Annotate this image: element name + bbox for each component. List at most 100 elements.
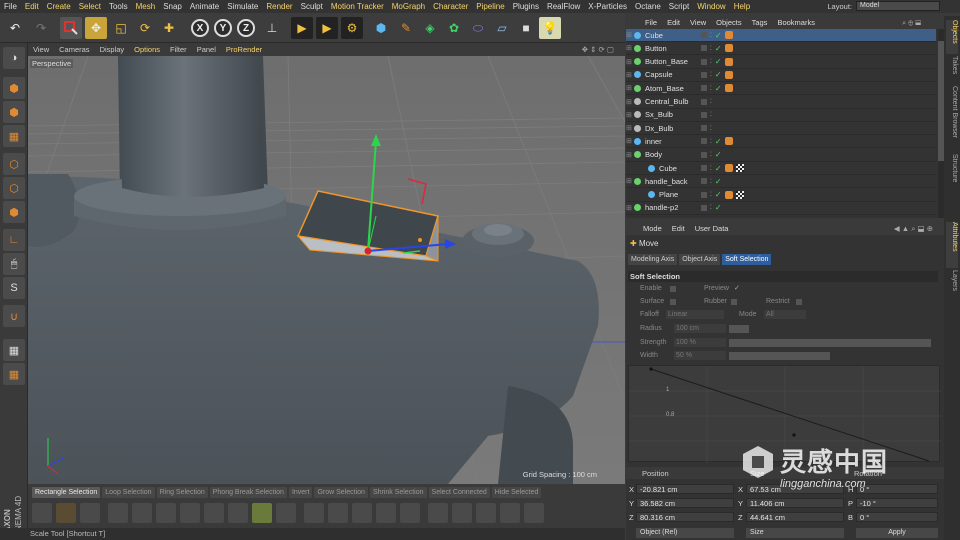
pen-spline-icon[interactable]: ✎	[395, 17, 417, 39]
object-row[interactable]: ⊞ Central_Bulb ⁚	[626, 96, 936, 109]
subdivision-icon[interactable]: ◈	[419, 17, 441, 39]
render-view-icon[interactable]: ▶	[291, 17, 313, 39]
visibility-dots-icon[interactable]: ⁚	[710, 85, 712, 92]
menu-help[interactable]: Help	[730, 2, 754, 11]
material-tag-icon[interactable]	[724, 44, 733, 53]
polygons-mode-icon[interactable]: ⬢	[3, 201, 25, 223]
workplane-mode-icon[interactable]: ▦	[3, 125, 25, 147]
rot-b-field[interactable]: 0 °	[856, 512, 938, 522]
expand-toggle-icon[interactable]: ⊞	[626, 71, 634, 79]
object-name[interactable]: Body	[645, 150, 662, 159]
dissolve-icon[interactable]	[476, 503, 496, 523]
preview-checkbox[interactable]: ✓	[734, 284, 740, 292]
tab-structure[interactable]: Structure	[946, 154, 958, 194]
object-row[interactable]: Plane ⁚ ✓	[626, 189, 936, 202]
connect-icon[interactable]	[500, 503, 520, 523]
scene-floor-icon[interactable]: ▱	[491, 17, 513, 39]
visibility-dots-icon[interactable]: ⁚	[710, 98, 712, 105]
radius-slider[interactable]	[729, 325, 749, 333]
menu-realflow[interactable]: RealFlow	[543, 2, 584, 11]
grow-selection-button[interactable]: Grow Selection	[314, 486, 368, 498]
om-menu-view[interactable]: View	[685, 18, 711, 27]
shrink-selection-button[interactable]: Shrink Selection	[369, 486, 427, 498]
material-tag-icon[interactable]	[724, 190, 733, 199]
modeling-tool-icon[interactable]	[32, 503, 52, 523]
mode-dropdown[interactable]: All	[764, 310, 806, 319]
magnet-tool-icon[interactable]	[252, 503, 272, 523]
layer-swatch[interactable]	[701, 58, 707, 65]
layer-swatch[interactable]	[701, 191, 707, 198]
locked-workplane-icon[interactable]: ▦	[3, 363, 25, 385]
pos-x-field[interactable]: -20.821 cm	[636, 484, 734, 494]
light-icon[interactable]: 💡	[539, 17, 561, 39]
om-menu-tags[interactable]: Tags	[747, 18, 773, 27]
layer-swatch[interactable]	[701, 204, 707, 211]
menu-x-particles[interactable]: X-Particles	[584, 2, 631, 11]
visibility-dots-icon[interactable]: ⁚	[710, 111, 712, 118]
knife-tool-icon[interactable]	[108, 503, 128, 523]
size-z-field[interactable]: 44.641 cm	[746, 512, 844, 522]
object-row[interactable]: ⊞ Dx_Bulb ⁚	[626, 122, 936, 136]
menu-create[interactable]: Create	[43, 2, 75, 11]
pos-z-field[interactable]: 80.316 cm	[636, 512, 734, 522]
menu-sculpt[interactable]: Sculpt	[297, 2, 327, 11]
object-name[interactable]: Sx_Bulb	[645, 110, 673, 119]
menu-animate[interactable]: Animate	[186, 2, 223, 11]
object-name[interactable]: Cube	[659, 164, 677, 173]
tab-content-browser[interactable]: Content Browser	[946, 86, 958, 152]
points-mode-icon[interactable]: ⬡	[3, 153, 25, 175]
visibility-dots-icon[interactable]: ⁚	[710, 178, 712, 185]
layer-swatch[interactable]	[701, 165, 707, 171]
slide-tool-icon[interactable]	[228, 503, 248, 523]
coordinate-mode-dropdown[interactable]: Object (Rel)	[636, 528, 734, 538]
move-tool-icon[interactable]: ✥	[85, 17, 107, 39]
om-search-icon[interactable]: ⌕ ⊕ ⬓	[897, 18, 926, 28]
layout-dropdown[interactable]: Model	[856, 1, 940, 11]
object-row[interactable]: ⊞ Button_Base ⁚ ✓	[626, 56, 936, 69]
material-tag-icon[interactable]	[724, 84, 733, 93]
select-connected-button[interactable]: Select Connected	[428, 486, 490, 498]
texture-mode-icon[interactable]: ⬢	[3, 101, 25, 123]
layer-swatch[interactable]	[701, 98, 707, 105]
visibility-dots-icon[interactable]: ⁚	[710, 58, 712, 65]
magnet-icon[interactable]: ∪	[3, 305, 25, 327]
viewport-menu-display[interactable]: Display	[95, 45, 130, 54]
set-point-value-icon[interactable]	[304, 503, 324, 523]
menu-window[interactable]: Window	[693, 2, 729, 11]
visibility-dots-icon[interactable]: ⁚	[710, 71, 712, 78]
scale-tool-icon[interactable]: ◱	[110, 17, 132, 39]
menu-mograph[interactable]: MoGraph	[388, 2, 429, 11]
viewport-menu-view[interactable]: View	[28, 45, 54, 54]
viewport-menu-panel[interactable]: Panel	[192, 45, 221, 54]
brush-tool-icon[interactable]	[56, 503, 76, 523]
tab-modeling-axis[interactable]: Modeling Axis	[628, 254, 678, 265]
width-slider[interactable]	[729, 352, 830, 360]
camera-icon[interactable]: ■	[515, 17, 537, 39]
enabled-check-icon[interactable]: ✓	[715, 164, 722, 173]
object-row[interactable]: Cube ⁚ ✓	[626, 162, 936, 175]
object-name[interactable]: Dx_Bulb	[645, 124, 673, 133]
radius-field[interactable]: 100 cm	[674, 324, 726, 333]
optimize-icon[interactable]	[428, 503, 448, 523]
rectangle-selection-button[interactable]: Rectangle Selection	[32, 486, 101, 498]
layer-swatch[interactable]	[701, 178, 707, 185]
am-menu-mode[interactable]: Mode	[638, 224, 667, 233]
rotate-tool-icon[interactable]: ⟳	[134, 17, 156, 39]
cube-primitive-icon[interactable]: ⬢	[370, 17, 392, 39]
menu-mesh[interactable]: Mesh	[132, 2, 160, 11]
menu-edit[interactable]: Edit	[21, 2, 43, 11]
z-axis-lock[interactable]: Z	[237, 19, 255, 37]
visibility-dots-icon[interactable]: ⁚	[710, 138, 712, 145]
add-tool-icon[interactable]: ✚	[158, 17, 180, 39]
object-row[interactable]: ⊞ Button ⁚ ✓	[626, 42, 936, 56]
deformer-icon[interactable]: ⬭	[467, 17, 489, 39]
menu-script[interactable]: Script	[665, 2, 693, 11]
collapse-icon[interactable]	[524, 503, 544, 523]
viewport-menu-prorender[interactable]: ProRender	[221, 45, 267, 54]
menu-render[interactable]: Render	[262, 2, 296, 11]
melt-icon[interactable]	[452, 503, 472, 523]
falloff-dropdown[interactable]: Linear	[666, 310, 724, 319]
untriangulate-icon[interactable]	[400, 503, 420, 523]
material-tag-icon[interactable]	[724, 31, 733, 39]
expand-toggle-icon[interactable]: ⊞	[626, 98, 634, 106]
